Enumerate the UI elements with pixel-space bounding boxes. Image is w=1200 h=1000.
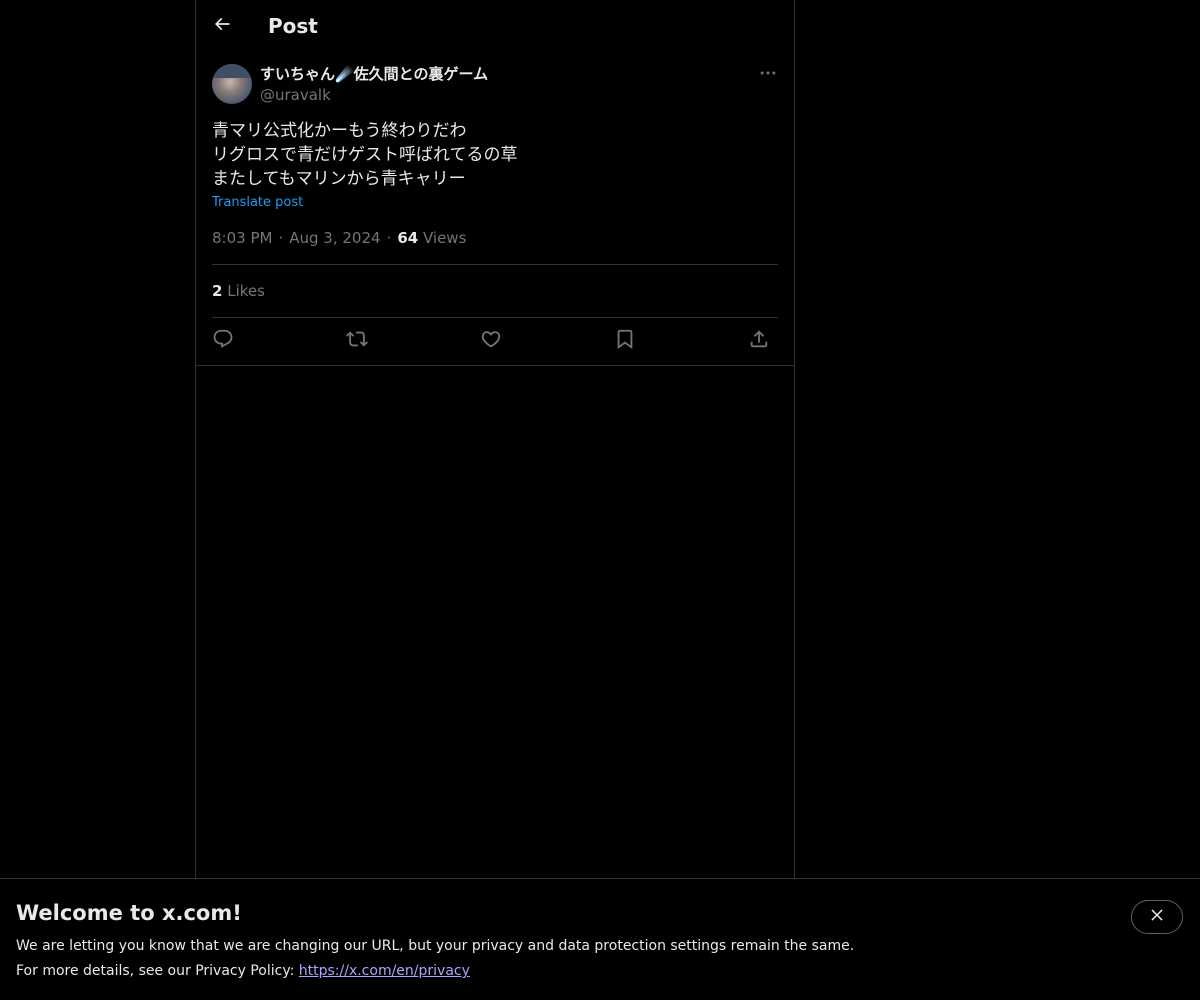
reply-button[interactable] [206,324,240,358]
reply-icon [212,328,234,354]
banner-privacy-note: For more details, see our Privacy Policy… [16,961,470,981]
banner-close-button[interactable] [1131,900,1183,934]
bookmark-button[interactable] [608,324,642,358]
views-label: Views [422,229,467,247]
post-actions [212,324,778,358]
views-count: 64 [397,229,419,247]
post-date[interactable]: Aug 3, 2024 [289,229,380,247]
divider [212,317,778,318]
privacy-policy-link[interactable]: https://x.com/en/privacy [299,963,470,979]
post-text-line: リグロスで青だけゲスト呼ばれてるの草 [212,145,518,165]
back-button[interactable] [204,8,240,44]
banner-title: Welcome to x.com! [16,901,242,925]
post-text-line: 青マリ公式化かーもう終わりだわ [212,121,467,141]
author-display-name[interactable]: すいちゃん☄️佐久間との裏ゲーム [260,64,488,84]
translate-post-link[interactable]: Translate post [212,194,303,212]
divider [212,264,778,265]
main-column: Post すいちゃん☄️佐久間との裏ゲーム @uravalk 青マリ公式化かーも… [195,0,795,880]
post-time[interactable]: 8:03 PM [212,229,272,247]
more-options-button[interactable] [752,62,784,88]
likes-label: Likes [227,282,265,300]
close-icon [1148,906,1166,928]
url-change-banner: Welcome to x.com! We are letting you kno… [0,878,1200,1000]
post-text: 青マリ公式化かーもう終わりだわ リグロスで青だけゲスト呼ばれてるの草 またしても… [212,119,778,191]
repost-button[interactable] [340,324,374,358]
more-dots-icon [758,63,778,87]
divider [196,365,794,366]
likes-count: 2 [212,282,223,300]
like-button[interactable] [474,324,508,358]
repost-icon [346,328,368,354]
heart-icon [480,328,502,354]
banner-message: We are letting you know that we are chan… [16,938,855,954]
post-text-line: またしてもマリンから青キャリー [212,169,466,189]
back-arrow-icon [212,14,232,38]
likes-stat[interactable]: 2 Likes [212,281,265,301]
share-button[interactable] [742,324,776,358]
page-title: Post [268,14,318,38]
banner-privacy-prefix: For more details, see our Privacy Policy… [16,963,299,979]
bookmark-icon [614,328,636,354]
share-icon [748,328,770,354]
post-meta: 8:03 PM · Aug 3, 2024 · 64 Views [212,229,467,247]
avatar[interactable] [212,64,252,104]
page-header: Post [196,0,794,53]
author-handle[interactable]: @uravalk [260,85,331,105]
